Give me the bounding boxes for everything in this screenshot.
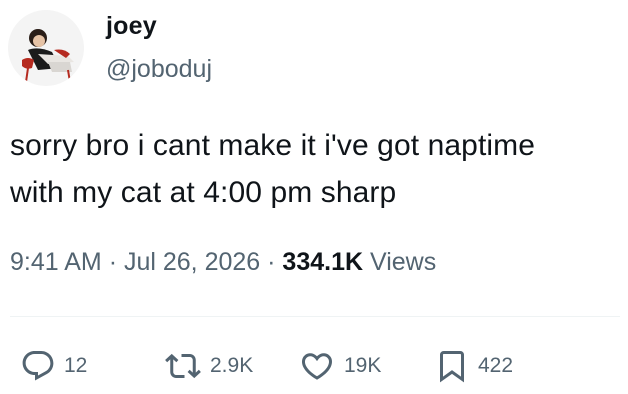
- repost-count: 2.9K: [210, 354, 254, 377]
- like-count: 19K: [344, 354, 382, 377]
- views-link[interactable]: 334.1K Views: [282, 248, 436, 276]
- user-avatar-photo-icon: [8, 10, 84, 86]
- tweet-time: 9:41 AM: [10, 248, 102, 276]
- meta-separator: ·: [267, 248, 276, 276]
- action-bar: 12 2.9K 19K 422: [0, 348, 628, 384]
- bookmark-icon: [440, 351, 464, 383]
- reply-count: 12: [64, 354, 88, 377]
- views-label: Views: [370, 248, 437, 276]
- like-button[interactable]: 19K: [298, 348, 381, 384]
- tweet-timestamp[interactable]: 9:41 AM · Jul 26, 2026: [10, 248, 260, 276]
- bookmark-button[interactable]: 422: [434, 348, 513, 384]
- avatar[interactable]: [8, 10, 84, 86]
- views-count: 334.1K: [282, 248, 364, 276]
- reply-icon: [22, 351, 54, 381]
- bookmark-count: 422: [478, 354, 514, 377]
- tweet-meta: 9:41 AM · Jul 26, 2026 · 334.1K Views: [10, 248, 436, 277]
- meta-separator: ·: [108, 248, 118, 276]
- like-icon: [301, 353, 333, 380]
- author-display-name[interactable]: joey: [106, 12, 157, 41]
- reply-button[interactable]: 12: [20, 348, 87, 384]
- tweet-text-line: sorry bro i cant make it i've got naptim…: [10, 129, 536, 162]
- tweet-text: sorry bro i cant make it i've got naptim…: [10, 122, 622, 216]
- divider: [10, 316, 620, 317]
- repost-icon: [165, 353, 201, 379]
- repost-button[interactable]: 2.9K: [164, 348, 253, 384]
- tweet-date: Jul 26, 2026: [123, 248, 261, 276]
- author-handle[interactable]: @joboduj: [106, 55, 212, 84]
- tweet-text-line: with my cat at 4:00 pm sharp: [10, 176, 397, 209]
